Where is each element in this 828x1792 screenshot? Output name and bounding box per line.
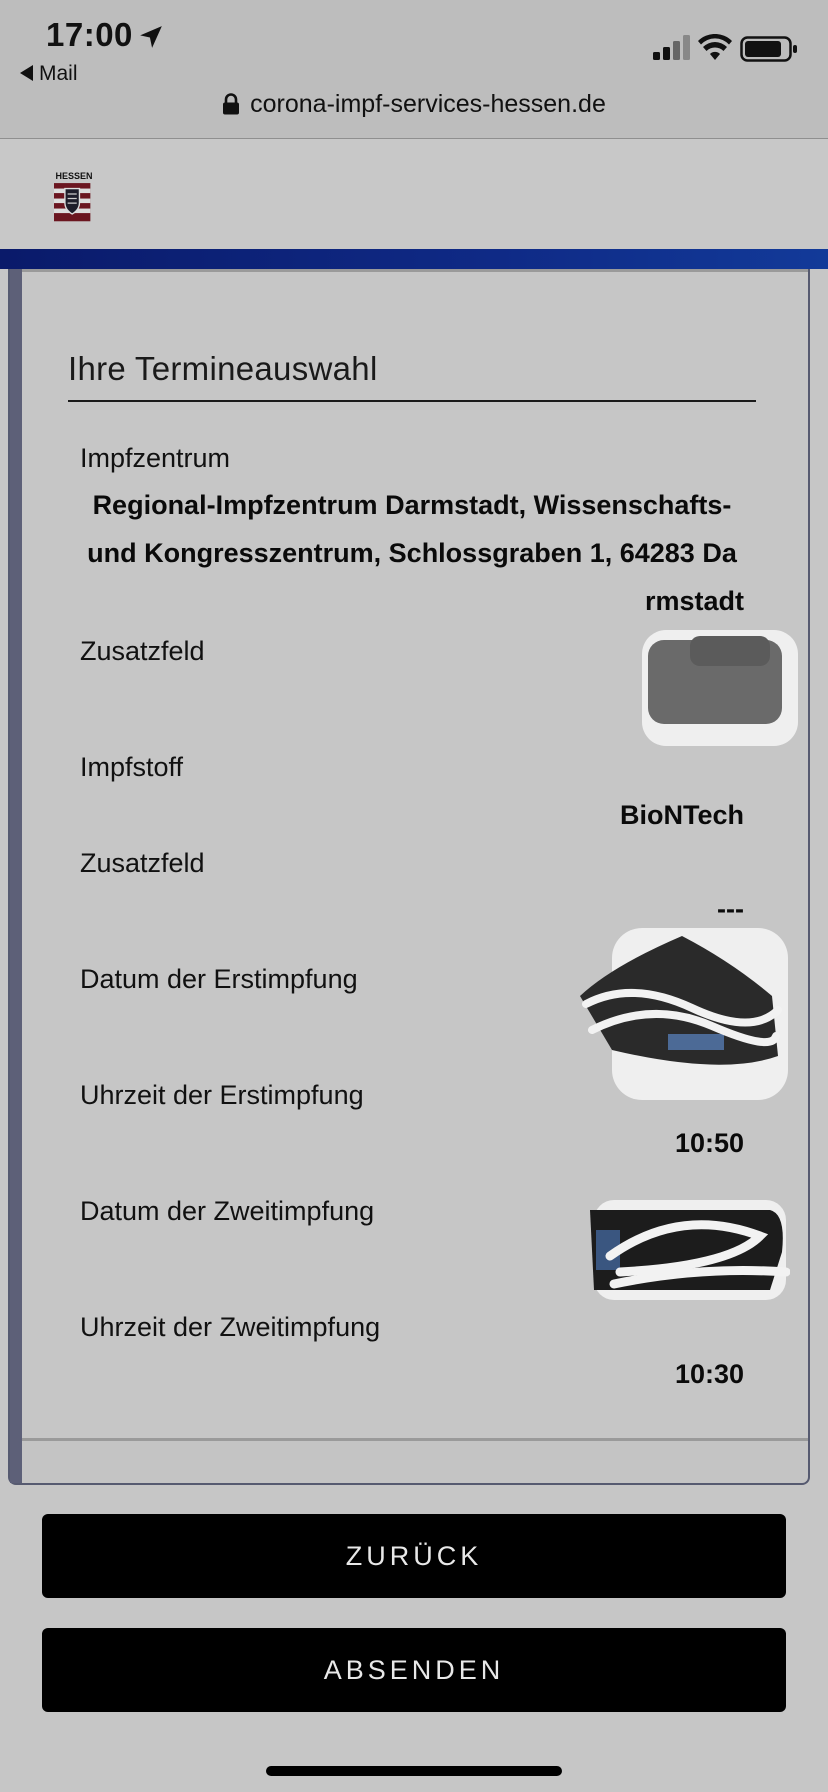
field-label-vaccination-center: Impfzentrum bbox=[80, 443, 231, 473]
field-label-first-dose-time: Uhrzeit der Erstimpfung bbox=[80, 1080, 364, 1110]
wifi-icon bbox=[698, 34, 732, 60]
home-indicator[interactable] bbox=[266, 1766, 562, 1776]
lock-icon bbox=[223, 93, 240, 115]
vaccination-center-line-3: rmstadt bbox=[644, 586, 744, 616]
field-value-vaccine: BioNTech bbox=[619, 800, 744, 830]
redacted-value-first-dose-date bbox=[580, 928, 788, 1100]
redacted-value-second-dose-date bbox=[590, 1200, 790, 1300]
vaccination-center-line-2: und Kongresszentrum, Schlossgraben 1, 64… bbox=[87, 538, 737, 568]
status-time: 17:00 bbox=[46, 16, 133, 53]
card-accent-bar bbox=[10, 269, 22, 1483]
address-bar[interactable]: corona-impf-services-hessen.de bbox=[0, 84, 828, 124]
battery-icon bbox=[740, 36, 797, 62]
field-label-second-dose-time: Uhrzeit der Zweitimpfung bbox=[80, 1312, 381, 1342]
back-app-label: Mail bbox=[39, 62, 78, 85]
site-header: HESSEN bbox=[0, 139, 828, 249]
field-value-second-dose-time: 10:30 bbox=[674, 1359, 744, 1389]
field-value-vaccination-center: Regional-Impfzentrum Darmstadt, Wissensc… bbox=[80, 481, 744, 625]
field-label-second-dose-date: Datum der Zweitimpfung bbox=[80, 1196, 375, 1226]
field-label-extra-1: Zusatzfeld bbox=[80, 636, 205, 666]
field-label-extra-2: Zusatzfeld bbox=[80, 848, 205, 878]
back-to-app-link[interactable]: Mail bbox=[20, 62, 78, 86]
url-text: corona-impf-services-hessen.de bbox=[250, 89, 606, 118]
redacted-value-extra-1 bbox=[642, 630, 798, 746]
field-value-extra-2: --- bbox=[717, 894, 744, 924]
hessen-logo[interactable]: HESSEN bbox=[52, 171, 96, 231]
browser-chrome: 17:00 Mail corona-impf-services-hessen.d… bbox=[0, 0, 828, 139]
field-label-first-dose-date: Datum der Erstimpfung bbox=[80, 964, 358, 994]
field-value-first-dose-time: 10:50 bbox=[674, 1128, 744, 1158]
location-arrow-icon bbox=[140, 26, 162, 48]
back-triangle-icon bbox=[20, 65, 33, 81]
logo-text: HESSEN bbox=[55, 171, 93, 181]
vaccination-center-line-1: Regional-Impfzentrum Darmstadt, Wissensc… bbox=[92, 490, 732, 520]
section-title: Ihre Termineauswahl bbox=[68, 350, 756, 402]
hessen-coat-of-arms-icon bbox=[54, 183, 91, 222]
header-accent-band bbox=[0, 249, 828, 269]
cellular-signal-icon bbox=[653, 35, 690, 60]
field-label-vaccine: Impfstoff bbox=[80, 752, 184, 782]
submit-button[interactable]: ABSENDEN bbox=[42, 1628, 786, 1712]
back-button[interactable]: ZURÜCK bbox=[42, 1514, 786, 1598]
